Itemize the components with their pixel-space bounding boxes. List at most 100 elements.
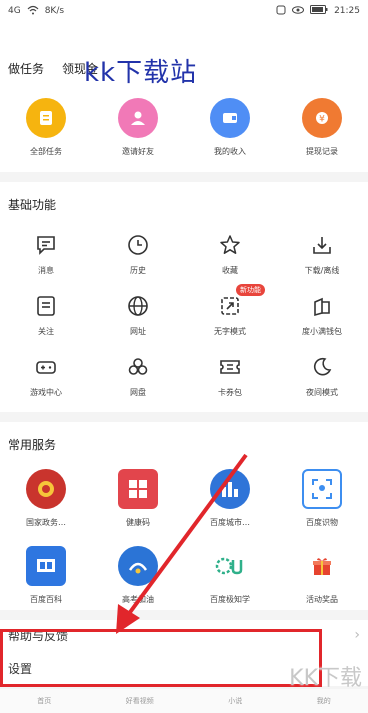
basic-row-1: 消息 历史 收藏 下载/离线 [0, 233, 368, 276]
basic-label: 历史 [130, 266, 146, 275]
gift-icon [302, 546, 342, 586]
task-grid: 全部任务 邀请好友 我的收入 ¥ 提现记录 [0, 98, 368, 157]
globe-icon [128, 296, 148, 316]
gamepad-icon [36, 361, 56, 374]
basic-label: 无字模式 [214, 327, 246, 336]
tab-tasks[interactable]: 做任务 [8, 60, 44, 78]
basic-label: 夜间模式 [306, 388, 338, 397]
bottom-nav: 首页 好看视频 小说 我的 [0, 689, 368, 713]
basic-item-history[interactable]: 历史 [92, 233, 184, 276]
task-item-invite[interactable]: 邀请好友 [92, 98, 184, 157]
study-icon [210, 546, 250, 586]
task-label: 全部任务 [30, 147, 62, 156]
common-row-1: 国家政务… 健康码 百度城市… 百度识物 [0, 469, 368, 528]
basic-label: 网盘 [130, 388, 146, 397]
chevron-right-icon: › [354, 627, 360, 643]
city-service-icon [210, 469, 250, 509]
basic-item-night-mode[interactable]: 夜间模式 [276, 355, 368, 398]
follow-icon [37, 296, 55, 316]
basic-row-3: 游戏中心 网盘 卡券包 夜间模式 [0, 355, 368, 398]
common-item-recognize[interactable]: 百度识物 [276, 469, 368, 528]
wallet-outline-icon [314, 297, 330, 317]
nfc-icon [276, 5, 286, 18]
basic-item-message[interactable]: 消息 [0, 233, 92, 276]
basic-item-coupons[interactable]: 卡券包 [184, 355, 276, 398]
basic-label: 度小满钱包 [302, 327, 342, 336]
task-list-icon [26, 98, 66, 138]
svg-text:¥: ¥ [319, 115, 325, 125]
star-icon [220, 235, 240, 254]
common-label: 百度百科 [30, 595, 62, 604]
network-speed: 8K/s [44, 6, 65, 16]
basic-item-no-image-mode[interactable]: 新功能 无字模式 [184, 284, 276, 337]
watermark-corner: KK下载 [289, 666, 362, 691]
task-item-income[interactable]: 我的收入 [184, 98, 276, 157]
common-item-exam[interactable]: 高考加油 [92, 546, 184, 605]
no-image-icon [221, 297, 239, 315]
common-item-health-code[interactable]: 健康码 [92, 469, 184, 528]
common-label: 百度城市… [210, 518, 250, 527]
wallet-icon [210, 98, 250, 138]
task-label: 提现记录 [306, 147, 338, 156]
status-bar: 4G 8K/s 21:25 [0, 0, 368, 22]
common-label: 活动奖品 [306, 595, 338, 604]
nav-novel[interactable]: 小说 [228, 696, 242, 706]
clock-time: 21:25 [334, 6, 360, 16]
basic-item-follow[interactable]: 关注 [0, 294, 92, 337]
invite-friend-icon [118, 98, 158, 138]
basic-item-favorite[interactable]: 收藏 [184, 233, 276, 276]
basic-label: 下载/离线 [304, 266, 340, 275]
baike-icon [26, 546, 66, 586]
common-label: 国家政务… [26, 518, 66, 527]
wifi-icon [27, 5, 39, 18]
emblem-icon [26, 469, 66, 509]
watermark-top: kk下载站 [84, 58, 198, 88]
common-label: 健康码 [126, 518, 150, 527]
scan-icon [302, 469, 342, 509]
common-section-title: 常用服务 [8, 438, 57, 452]
basic-item-download[interactable]: 下载/离线 [276, 233, 368, 276]
common-label: 百度极知学 [210, 595, 250, 604]
basic-label: 卡券包 [218, 388, 242, 397]
clock-icon [128, 235, 148, 255]
basic-item-wallet[interactable]: 度小满钱包 [276, 294, 368, 337]
common-item-study[interactable]: 百度极知学 [184, 546, 276, 605]
common-label: 高考加油 [122, 595, 154, 604]
moon-icon [314, 357, 332, 376]
cash-record-icon: ¥ [302, 98, 342, 138]
download-icon [313, 237, 331, 254]
basic-label: 收藏 [222, 266, 238, 275]
task-item-all[interactable]: 全部任务 [0, 98, 92, 157]
common-row-2: 百度百科 高考加油 百度极知学 活动奖品 [0, 546, 368, 605]
task-label: 我的收入 [214, 147, 246, 156]
common-item-baike[interactable]: 百度百科 [0, 546, 92, 605]
message-icon [37, 236, 55, 255]
nav-home[interactable]: 首页 [37, 696, 51, 706]
common-item-city[interactable]: 百度城市… [184, 469, 276, 528]
basic-item-website[interactable]: 网址 [92, 294, 184, 337]
common-item-gift[interactable]: 活动奖品 [276, 546, 368, 605]
new-feature-badge: 新功能 [236, 284, 265, 296]
basic-label: 网址 [130, 327, 146, 336]
cloud-disk-icon [128, 358, 148, 375]
common-item-gov[interactable]: 国家政务… [0, 469, 92, 528]
signal-icon: 4G [8, 6, 21, 16]
highlight-box [0, 629, 322, 687]
basic-row-2: 关注 网址 新功能 无字模式 度小满钱包 [0, 284, 368, 337]
basic-section-title: 基础功能 [8, 198, 57, 212]
exam-icon [118, 546, 158, 586]
ticket-icon [220, 360, 240, 374]
basic-item-games[interactable]: 游戏中心 [0, 355, 92, 398]
health-code-icon [118, 469, 158, 509]
task-item-record[interactable]: ¥ 提现记录 [276, 98, 368, 157]
common-label: 百度识物 [306, 518, 338, 527]
battery-icon [310, 5, 328, 17]
basic-label: 消息 [38, 266, 54, 275]
basic-item-netdisk[interactable]: 网盘 [92, 355, 184, 398]
task-label: 邀请好友 [122, 147, 154, 156]
basic-label: 关注 [38, 327, 54, 336]
basic-card: 基础功能 消息 历史 收藏 下载/离线 关注 网址 新功能 无字模式 度小满钱包… [0, 182, 368, 412]
nav-mine[interactable]: 我的 [317, 696, 331, 706]
nav-video[interactable]: 好看视频 [126, 696, 154, 706]
basic-label: 游戏中心 [30, 388, 62, 397]
